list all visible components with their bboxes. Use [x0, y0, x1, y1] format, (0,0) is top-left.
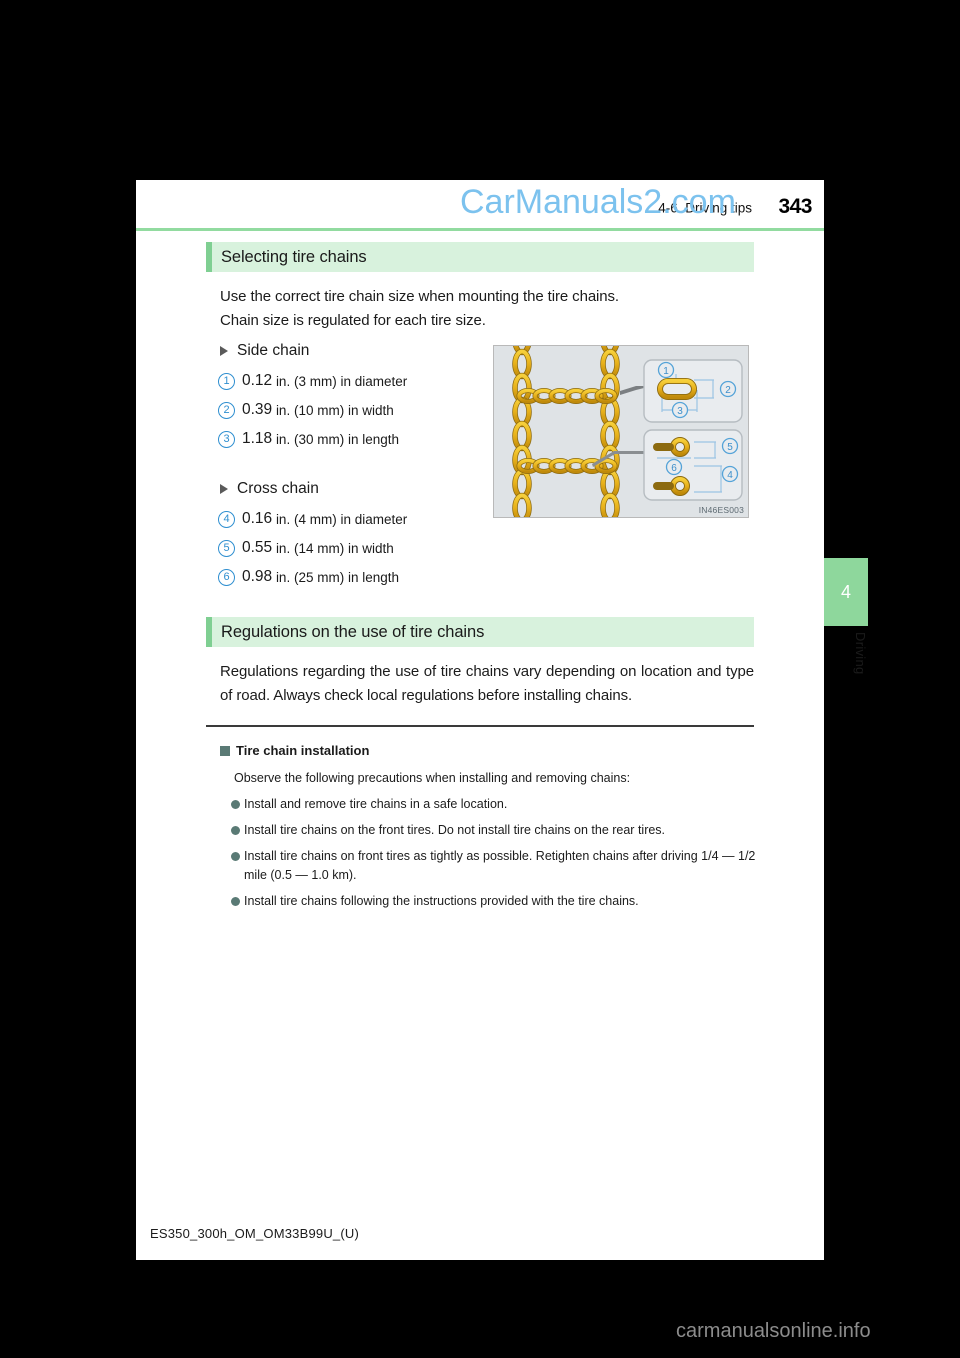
measure-desc: in width [347, 540, 394, 556]
note-bullet-text: Install and remove tire chains in a safe… [244, 797, 508, 811]
screenshot-root: CarManuals2.com 4-6. Driving tips 343 Se… [0, 0, 960, 1358]
watermark-bottom: carmanualsonline.info [676, 1320, 871, 1342]
measure-value: 0.39 [242, 401, 273, 418]
triangle-bullet-icon [220, 346, 228, 356]
svg-text:6: 6 [671, 463, 677, 474]
watermark-top: CarManuals2.com [460, 183, 736, 221]
svg-text:2: 2 [725, 385, 731, 396]
triangle-bullet-icon [220, 484, 228, 494]
tire-chain-diagram: 1 2 3 5 4 6 IN46ES003 [493, 345, 749, 518]
note-heading: Tire chain installation [220, 743, 369, 758]
note-intro: Observe the following precautions when i… [234, 771, 631, 785]
callout-number-4: 4 [218, 510, 235, 528]
square-bullet-icon [220, 745, 230, 756]
note-heading-label: Tire chain installation [236, 743, 370, 758]
dot-bullet-icon [231, 897, 240, 906]
chain-illustration-svg: 1 2 3 5 4 6 [494, 346, 748, 517]
callout-number-3: 3 [218, 430, 235, 448]
measure-value: 0.12 [242, 372, 273, 389]
svg-text:3: 3 [677, 406, 683, 417]
section-title: Selecting tire chains [221, 247, 367, 266]
list-item: 4 0.16 in. (4 mm) in diameter [218, 510, 407, 528]
svg-text:4: 4 [727, 470, 733, 481]
list-item: 1 0.12 in. (3 mm) in diameter [218, 372, 407, 390]
measure-value: 0.16 [242, 510, 273, 527]
intro-line-2: Chain size is regulated for each tire si… [220, 312, 486, 329]
regulations-body: Regulations regarding the use of tire ch… [220, 663, 754, 704]
measure-unit: in. (3 mm) [275, 373, 337, 389]
measure-value: 0.98 [242, 568, 273, 585]
chapter-tab-label: Driving [853, 632, 868, 675]
measure-unit: in. (30 mm) [275, 431, 345, 447]
svg-text:1: 1 [663, 366, 669, 377]
page-number: 343 [778, 195, 812, 218]
measure-desc: in width [347, 402, 394, 418]
subhead-label: Cross chain [237, 480, 319, 497]
measure-value: 1.18 [242, 430, 273, 447]
dot-bullet-icon [231, 852, 240, 861]
callout-number-5: 5 [218, 539, 235, 557]
section-header-selecting-tire-chains: Selecting tire chains [206, 242, 754, 272]
header-divider [136, 228, 824, 231]
subhead-cross-chain: Cross chain [220, 480, 319, 498]
measure-desc: in length [347, 431, 400, 447]
chapter-tab-number: 4 [824, 558, 868, 626]
list-item: 5 0.55 in. (14 mm) in width [218, 539, 394, 557]
svg-text:5: 5 [727, 442, 733, 453]
note-bullet: Install tire chains following the instru… [231, 892, 756, 911]
note-bullet-text: Install tire chains following the instru… [244, 894, 639, 908]
note-bullet: Install tire chains on front tires as ti… [231, 847, 761, 885]
measure-desc: in length [347, 569, 400, 585]
subhead-side-chain: Side chain [220, 342, 309, 360]
callout-number-2: 2 [218, 401, 235, 419]
section-title: Regulations on the use of tire chains [221, 622, 485, 641]
dot-bullet-icon [231, 800, 240, 809]
measure-unit: in. (14 mm) [275, 540, 345, 556]
section-header-regulations: Regulations on the use of tire chains [206, 617, 754, 647]
note-bullet: Install tire chains on the front tires. … [231, 821, 756, 840]
list-item: 6 0.98 in. (25 mm) in length [218, 568, 399, 586]
measure-unit: in. (10 mm) [275, 402, 345, 418]
list-item: 3 1.18 in. (30 mm) in length [218, 430, 399, 448]
measure-desc: in diameter [340, 511, 408, 527]
note-divider [206, 725, 754, 727]
measure-desc: in diameter [340, 373, 408, 389]
document-code: ES350_300h_OM_OM33B99U_(U) [150, 1226, 359, 1241]
measure-unit: in. (4 mm) [275, 511, 337, 527]
callout-number-6: 6 [218, 568, 235, 586]
measure-unit: in. (25 mm) [275, 569, 345, 585]
intro-line-1: Use the correct tire chain size when mou… [220, 288, 619, 305]
measure-value: 0.55 [242, 539, 273, 556]
note-bullet: Install and remove tire chains in a safe… [231, 795, 756, 814]
note-bullet-text: Install tire chains on the front tires. … [244, 823, 666, 837]
manual-page: 4-6. Driving tips 343 Selecting tire cha… [136, 180, 868, 1260]
dot-bullet-icon [231, 826, 240, 835]
note-bullet-text: Install tire chains on front tires as ti… [244, 849, 756, 882]
figure-code: IN46ES003 [698, 505, 744, 515]
list-item: 2 0.39 in. (10 mm) in width [218, 401, 394, 419]
subhead-label: Side chain [237, 342, 310, 359]
callout-number-1: 1 [218, 372, 235, 390]
